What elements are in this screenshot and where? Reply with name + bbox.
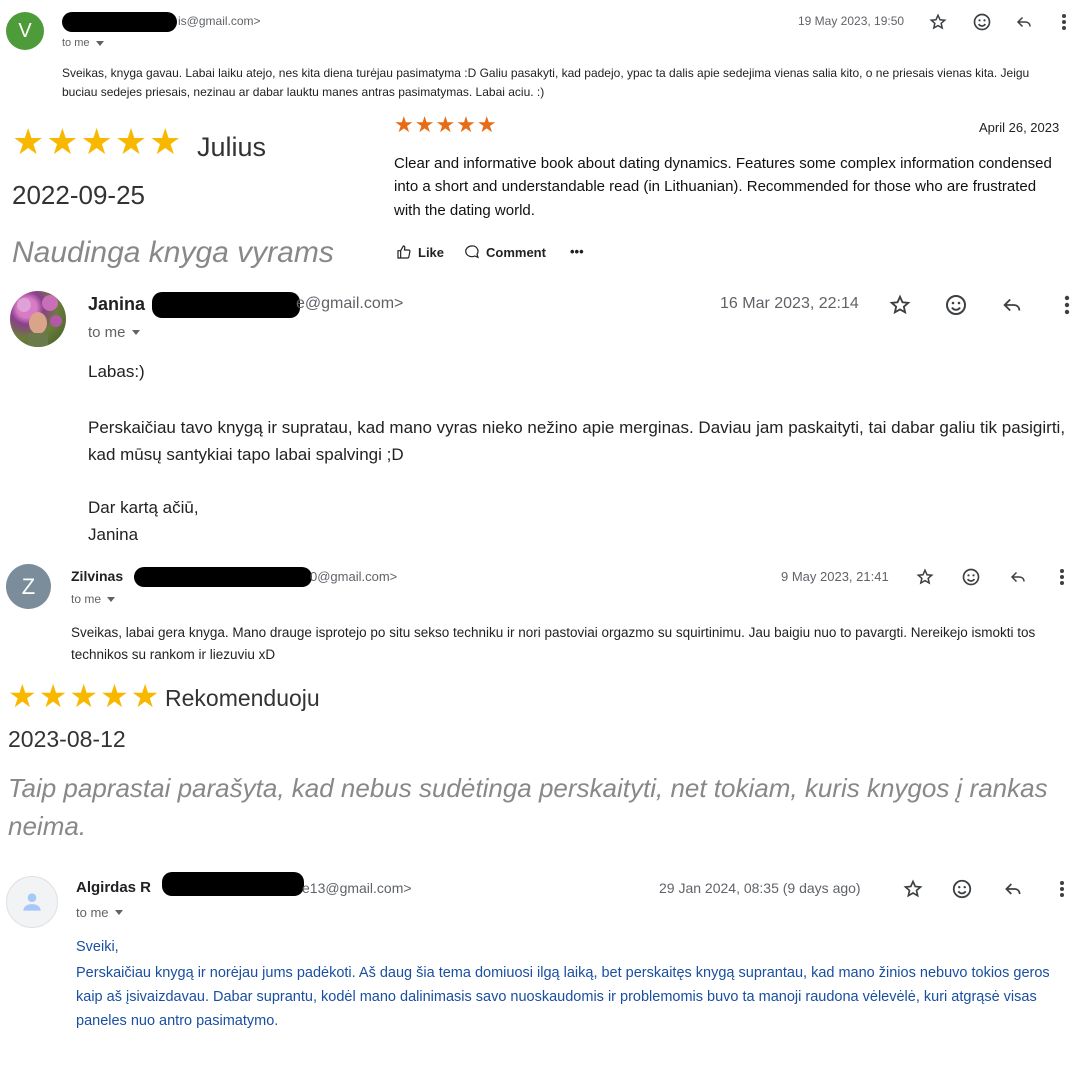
redacted-sender xyxy=(162,872,304,896)
avatar[interactable] xyxy=(10,291,66,347)
person-icon xyxy=(23,893,41,911)
emoji-icon[interactable] xyxy=(970,10,994,34)
email-date: 29 Jan 2024, 08:35 (9 days ago) xyxy=(659,880,861,896)
sender-name: Zilvinas xyxy=(71,568,124,584)
chevron-down-icon xyxy=(107,596,116,602)
star-icon[interactable] xyxy=(926,10,950,34)
sender-email: is@gmail.com> xyxy=(178,14,261,28)
review-text: Taip paprastai parašyta, kad nebus sudėt… xyxy=(8,773,1048,841)
email-body: Sveikas, labai gera knyga. Mano drauge i… xyxy=(71,625,1036,662)
review-date: April 26, 2023 xyxy=(979,120,1060,135)
redacted-sender xyxy=(62,12,177,32)
email-closing: Dar kartą ačiū, xyxy=(88,498,199,517)
star-rating: ★★★★★ xyxy=(12,121,184,162)
reviewer-name: Julius xyxy=(197,132,267,162)
comment-icon xyxy=(465,245,479,259)
avatar[interactable] xyxy=(6,876,58,928)
email-date: 9 May 2023, 21:41 xyxy=(781,569,889,584)
email-greeting: Labas:) xyxy=(88,362,145,381)
email-body: Sveikas, knyga gavau. Labai laiku atejo,… xyxy=(62,66,1030,99)
reply-icon[interactable] xyxy=(1006,565,1030,589)
sender-name: Algirdas R xyxy=(76,879,152,896)
reviewer-name: Rekomenduoju xyxy=(165,685,320,711)
review-date: 2023-08-12 xyxy=(8,726,126,752)
email-greeting: Sveiki, xyxy=(76,939,119,955)
to-me-dropdown[interactable]: to me xyxy=(76,905,123,920)
emoji-icon[interactable] xyxy=(949,876,975,902)
review-text: Clear and informative book about dating … xyxy=(394,155,1052,219)
more-vert-icon[interactable] xyxy=(1054,10,1074,34)
email-body: Perskaičiau knygą ir norėjau jums padėko… xyxy=(76,965,1050,1029)
avatar[interactable]: Z xyxy=(6,564,51,609)
emoji-icon[interactable] xyxy=(959,565,983,589)
profile-photo xyxy=(17,295,62,347)
star-icon[interactable] xyxy=(900,876,926,902)
chevron-down-icon xyxy=(95,40,104,46)
emoji-icon[interactable] xyxy=(942,291,970,319)
to-me-dropdown[interactable]: to me xyxy=(71,592,116,606)
redacted-sender xyxy=(152,292,300,318)
email-date: 16 Mar 2023, 22:14 xyxy=(720,295,859,312)
reply-icon[interactable] xyxy=(1000,876,1026,902)
star-icon[interactable] xyxy=(886,291,914,319)
sender-email: e@gmail.com> xyxy=(296,295,404,312)
review-title: Naudinga knyga vyrams xyxy=(12,236,334,269)
star-rating: ★★★★★ xyxy=(8,678,162,714)
avatar[interactable]: V xyxy=(6,12,44,50)
star-rating: ★★★★★ xyxy=(394,112,498,137)
to-me-dropdown[interactable]: to me xyxy=(62,37,104,49)
star-icon[interactable] xyxy=(913,565,937,589)
to-me-dropdown[interactable]: to me xyxy=(88,324,140,341)
chevron-down-icon xyxy=(131,330,140,335)
more-options-button[interactable]: ••• xyxy=(570,244,584,259)
more-vert-icon[interactable] xyxy=(1052,565,1072,589)
review-date: 2022-09-25 xyxy=(12,180,145,210)
redacted-sender xyxy=(134,567,312,587)
email-date: 19 May 2023, 19:50 xyxy=(798,14,905,28)
like-button[interactable]: Like xyxy=(396,244,444,260)
sender-name: Janina xyxy=(88,294,146,314)
chevron-down-icon xyxy=(114,910,123,915)
email-body: Perskaičiau tavo knygą ir supratau, kad … xyxy=(88,418,1066,465)
reply-icon[interactable] xyxy=(1012,10,1036,34)
reply-icon[interactable] xyxy=(998,291,1026,319)
comment-button[interactable]: Comment xyxy=(464,244,546,260)
sender-email: 0@gmail.com> xyxy=(310,569,398,584)
more-vert-icon[interactable] xyxy=(1056,291,1078,319)
sender-email: e13@gmail.com> xyxy=(302,880,412,896)
thumbs-up-icon xyxy=(397,245,411,259)
more-vert-icon[interactable] xyxy=(1052,876,1072,902)
email-signature: Janina xyxy=(88,525,139,544)
